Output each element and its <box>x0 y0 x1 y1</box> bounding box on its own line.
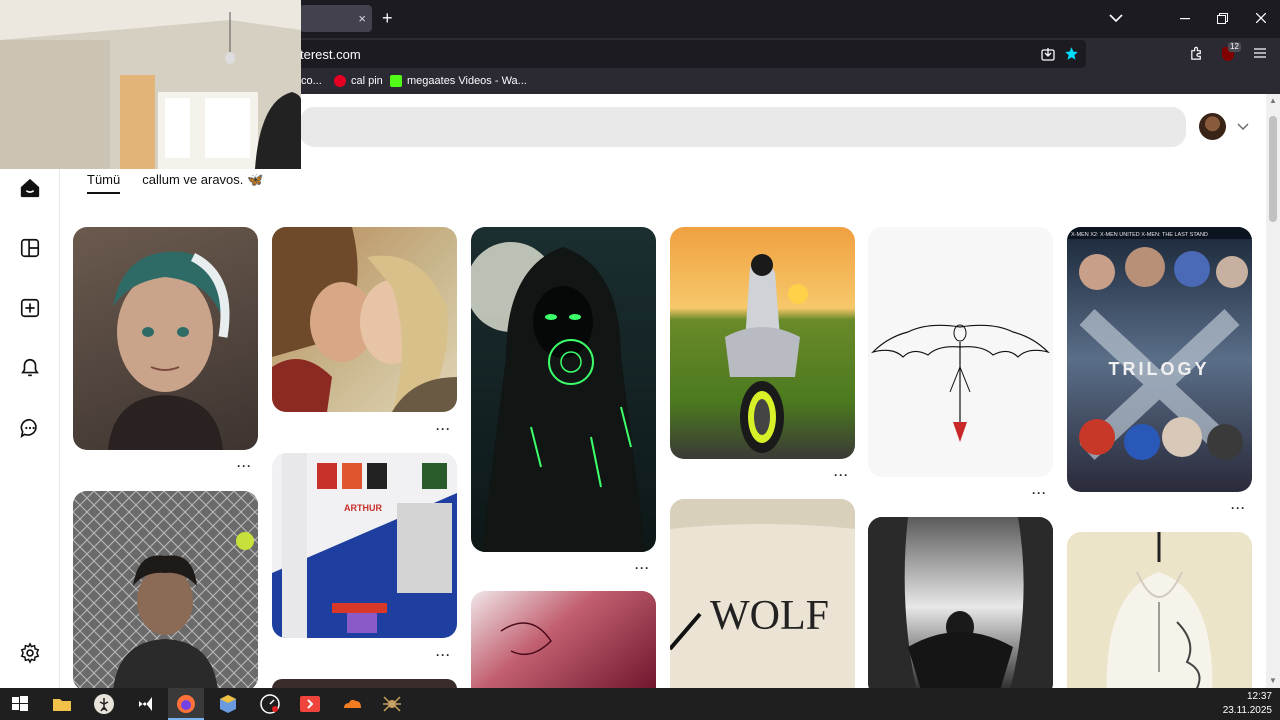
bookmark-label: co... <box>301 75 322 87</box>
hooded-figure-image <box>471 242 646 552</box>
pinterest-icon <box>334 75 346 87</box>
firefox-icon[interactable] <box>175 693 197 715</box>
extension-badge: 12 <box>1228 42 1241 52</box>
board-filters: Tümü callum ve aravos. 🦋 <box>87 172 263 194</box>
hamburger-menu-icon[interactable] <box>1254 48 1266 58</box>
scroll-down-icon[interactable]: ▼ <box>1269 676 1277 685</box>
search-input[interactable] <box>300 107 1186 147</box>
sidebar <box>0 94 60 688</box>
pin-more-button[interactable]: ··· <box>834 468 849 482</box>
create-icon[interactable] <box>19 297 41 319</box>
red-abstract-image <box>500 622 552 656</box>
pin-hooded-green-glow[interactable] <box>471 227 656 552</box>
avatar[interactable] <box>1199 113 1226 140</box>
filter-all[interactable]: Tümü <box>87 172 121 194</box>
pin-more-button[interactable]: ··· <box>436 422 451 436</box>
list-tabs-icon[interactable] <box>1109 13 1123 23</box>
clock-time: 12:37 <box>1246 691 1272 702</box>
scrollbar-thumb[interactable] <box>1269 116 1277 222</box>
windows-start-icon[interactable] <box>9 693 31 715</box>
speedometer-app-icon[interactable] <box>259 693 281 715</box>
pin-red-abstract[interactable] <box>471 591 656 688</box>
pin-more-button[interactable]: ··· <box>1032 486 1047 500</box>
pin-kissing-couple[interactable] <box>272 227 457 412</box>
xmen-poster-image: X-MEN X2: X-MEN UNITED X-MEN: THE LAST S… <box>1067 227 1252 461</box>
anydesk-icon[interactable] <box>299 693 321 715</box>
green-k-icon <box>390 75 402 87</box>
explore-icon[interactable] <box>19 237 41 259</box>
minimize-icon[interactable] <box>1180 18 1190 20</box>
home-icon[interactable] <box>19 177 41 199</box>
webcam-overlay <box>0 0 301 169</box>
wolf-sketch-image: WOLF <box>670 499 855 651</box>
page-scrollbar[interactable]: ▲ ▼ <box>1266 94 1280 688</box>
pin-more-button[interactable]: ··· <box>436 648 451 662</box>
notifications-bell-icon[interactable] <box>19 357 41 379</box>
pin-next-col1[interactable] <box>272 679 457 688</box>
page-download-icon[interactable] <box>1041 47 1055 61</box>
settings-gear-icon[interactable] <box>19 642 41 664</box>
messages-icon[interactable] <box>19 417 41 439</box>
close-window-icon[interactable] <box>1256 13 1266 23</box>
webcam-room-image <box>0 0 301 169</box>
pin-more-button[interactable]: ··· <box>635 561 650 575</box>
pin-motorcycle-sunset[interactable] <box>670 227 855 459</box>
pin-xmen-trilogy[interactable]: X-MEN X2: X-MEN UNITED X-MEN: THE LAST S… <box>1067 227 1252 492</box>
pin-dragon-hoodie[interactable] <box>1067 532 1252 688</box>
pin-wolf-sketch[interactable]: WOLF <box>670 499 855 688</box>
browser-tab[interactable]: × <box>300 5 372 32</box>
pin-wrestler-cage[interactable] <box>73 491 258 688</box>
pin-more-button[interactable]: ··· <box>237 459 252 473</box>
bookmark-label: megaates Videos - Wa... <box>407 75 527 87</box>
wolf-lettering: WOLF <box>710 593 829 639</box>
clock-date: 23.11.2025 <box>1222 705 1272 716</box>
animated-man-image <box>108 251 230 450</box>
scroll-up-icon[interactable]: ▲ <box>1269 96 1277 105</box>
chevron-down-icon[interactable] <box>1237 123 1249 131</box>
pin-more-button[interactable]: ··· <box>1231 501 1246 515</box>
pin-dragon-sketch[interactable] <box>868 227 1053 477</box>
dark-dragon-image <box>868 517 1053 688</box>
visual-studio-icon[interactable] <box>135 693 157 715</box>
bookmark-cal-pin[interactable]: cal pin <box>334 75 383 87</box>
system-clock[interactable]: 12:37 23.11.2025 <box>1223 690 1272 718</box>
filter-board[interactable]: callum ve aravos. 🦋 <box>142 172 263 194</box>
kissing-couple-image <box>272 227 457 412</box>
restore-icon[interactable] <box>1217 13 1228 24</box>
bookmark-label: cal pin <box>351 75 383 87</box>
url-bar[interactable]: terest.com <box>300 40 1086 68</box>
poster-header-text: X-MEN X2: X-MEN UNITED X-MEN: THE LAST S… <box>1071 232 1208 238</box>
url-text: terest.com <box>300 47 361 62</box>
pin-animated-man[interactable] <box>73 227 258 450</box>
bookmark-1[interactable]: co... <box>301 75 322 87</box>
tab-close-icon[interactable]: × <box>358 10 366 27</box>
file-explorer-icon[interactable] <box>51 693 73 715</box>
poster-title-text: TRILOGY <box>1109 359 1210 379</box>
cloud-app-icon[interactable] <box>341 693 363 715</box>
pin-dark-dragon[interactable] <box>868 517 1053 688</box>
spider-app-icon[interactable] <box>381 693 403 715</box>
new-tab-button[interactable]: + <box>382 8 393 28</box>
windows-taskbar: 12:37 23.11.2025 <box>0 688 1280 720</box>
screen: × + terest.com 12 co... cal pin megaates… <box>0 0 1280 720</box>
motorcycle-image <box>725 254 808 453</box>
bookmark-star-icon[interactable] <box>1064 46 1079 61</box>
pin-kids-room[interactable]: ARTHUR <box>272 453 457 638</box>
wrestler-image <box>73 491 258 688</box>
pinterest-page: Tümü callum ve aravos. 🦋 ··· ··· ARTHUR … <box>0 94 1266 688</box>
app-figure-icon[interactable] <box>93 693 115 715</box>
kids-room-image: ARTHUR <box>272 453 457 638</box>
dragon-hoodie-image <box>1106 532 1213 688</box>
cube-app-icon[interactable] <box>217 693 239 715</box>
dragon-sketch-image <box>871 324 1050 442</box>
bookmark-megaates[interactable]: megaates Videos - Wa... <box>390 75 527 87</box>
extensions-icon[interactable] <box>1189 46 1204 61</box>
room-wall-text: ARTHUR <box>344 503 382 513</box>
